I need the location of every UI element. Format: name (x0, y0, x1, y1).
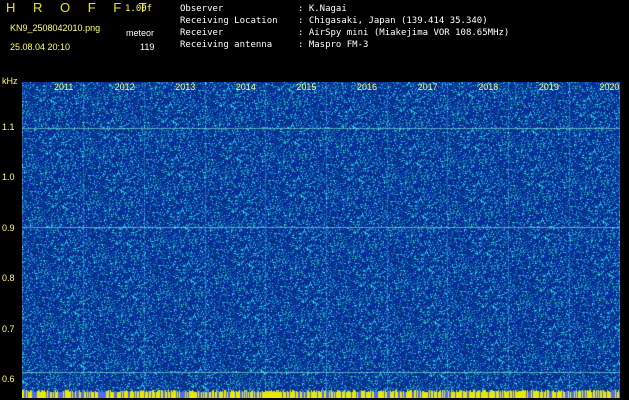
frequency-unit-label: kHz (2, 76, 18, 86)
y-tick-label: 0.7 (2, 323, 15, 334)
x-tick-label: 2017 (417, 82, 438, 92)
x-tick-label: 2013 (175, 82, 196, 92)
observer-value: : K.Nagai (298, 4, 347, 14)
observer-label: Observer (180, 4, 224, 14)
receiver-value: : AirSpy mini (Miakejima VOR 108.65MHz) (298, 28, 510, 38)
filename-label: KN9_2508042010.png (10, 23, 101, 33)
x-tick-label: 2018 (478, 82, 499, 92)
y-tick-label: 0.9 (2, 222, 15, 233)
antenna-value: : Maspro FM-3 (298, 40, 369, 50)
version-label: 1.00f (125, 4, 153, 14)
spectrogram-canvas (22, 82, 620, 398)
x-tick-label: 2016 (357, 82, 378, 92)
receiver-label: Receiver (180, 28, 224, 38)
antenna-label: Receiving antenna (180, 40, 273, 50)
datetime-label: 25.08.04 20:10 (10, 42, 71, 52)
y-tick-label: 0.8 (2, 273, 15, 284)
x-tick-label: 2019 (538, 82, 559, 92)
count-label: 119 (140, 42, 155, 52)
y-tick-label: 1.0 (2, 172, 15, 183)
x-tick-label: 2011 (54, 82, 74, 92)
x-tick-label: 2015 (296, 82, 317, 92)
location-label: Receiving Location (180, 16, 278, 26)
y-tick-label: 0.6 (2, 374, 15, 384)
y-tick-label: 1.1 (2, 122, 15, 132)
location-value: : Chigasaki, Japan (139.414 35.340) (298, 16, 488, 26)
x-tick-label: 2012 (114, 82, 135, 92)
mode-label: meteor (126, 28, 155, 38)
x-tick-label: 2020 (599, 82, 620, 92)
x-tick-label: 2014 (235, 82, 256, 92)
